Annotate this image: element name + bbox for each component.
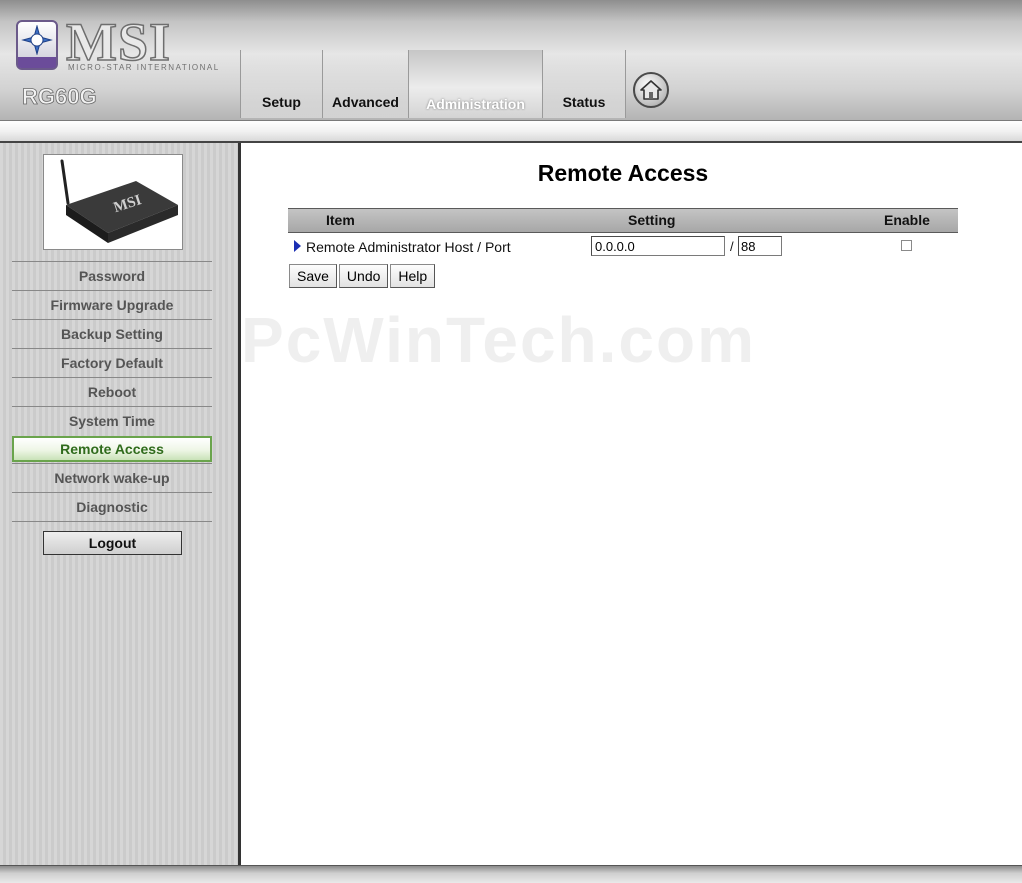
tab-advanced[interactable]: Advanced: [322, 50, 408, 118]
save-button[interactable]: Save: [289, 264, 337, 288]
menu-item-factory-default[interactable]: Factory Default: [12, 348, 212, 377]
home-button[interactable]: [633, 72, 669, 108]
page-title: Remote Access: [537, 160, 709, 186]
watermark-text: PcWinTech.com: [241, 304, 756, 376]
triangle-right-icon: [294, 240, 301, 252]
header-bar: MSI MICRO-STAR INTERNATIONAL RG60G Setup…: [0, 0, 1022, 121]
column-header-enable: Enable: [884, 212, 930, 228]
home-icon: [640, 80, 662, 100]
model-label: RG60G: [22, 84, 97, 110]
column-header-setting: Setting: [628, 212, 676, 228]
menu-item-firmware-upgrade[interactable]: Firmware Upgrade: [12, 290, 212, 319]
menu-item-network-wake-up[interactable]: Network wake-up: [12, 463, 212, 492]
remote-port-input[interactable]: [738, 236, 782, 256]
page-root: MSI MICRO-STAR INTERNATIONAL RG60G Setup…: [0, 0, 1022, 883]
header-divider-strip: [0, 121, 1022, 143]
host-port-separator: /: [730, 239, 734, 254]
menu-item-system-time[interactable]: System Time: [12, 406, 212, 435]
enable-checkbox[interactable]: [901, 240, 912, 251]
menu-item-backup-setting[interactable]: Backup Setting: [12, 319, 212, 348]
brand-logo-text: MSI: [65, 12, 172, 72]
tab-administration[interactable]: Administration: [408, 50, 542, 118]
msi-logo-badge: [16, 20, 58, 70]
column-header-item: Item: [326, 212, 355, 228]
row-label-remote-admin: Remote Administrator Host / Port: [306, 239, 511, 255]
compass-star-icon: [21, 25, 53, 55]
admin-menu: Password Firmware Upgrade Backup Setting…: [12, 261, 212, 522]
footer-bar: [0, 865, 1022, 883]
menu-item-remote-access[interactable]: Remote Access: [12, 436, 212, 462]
table-header: Item Setting Enable: [288, 208, 958, 233]
remote-host-input[interactable]: [591, 236, 725, 256]
undo-button[interactable]: Undo: [338, 264, 389, 288]
tab-setup[interactable]: Setup: [240, 50, 322, 118]
table-row: Remote Administrator Host / Port /: [288, 235, 958, 259]
badge-footer: [18, 57, 56, 68]
help-button[interactable]: Help: [390, 264, 436, 288]
menu-item-reboot[interactable]: Reboot: [12, 377, 212, 406]
product-image: MSI: [43, 154, 183, 250]
sidebar: MSI Password Firmware Upgrade Backup Set…: [0, 143, 241, 865]
brand-subtitle: MICRO-STAR INTERNATIONAL: [68, 63, 220, 72]
main-content: PcWinTech.com Remote Access Item Setting…: [241, 143, 1022, 865]
menu-item-diagnostic[interactable]: Diagnostic: [12, 492, 212, 522]
logout-button[interactable]: Logout: [43, 531, 182, 555]
action-buttons: Save Undo Help: [289, 264, 437, 288]
tab-status[interactable]: Status: [542, 50, 626, 118]
menu-item-password[interactable]: Password: [12, 261, 212, 290]
